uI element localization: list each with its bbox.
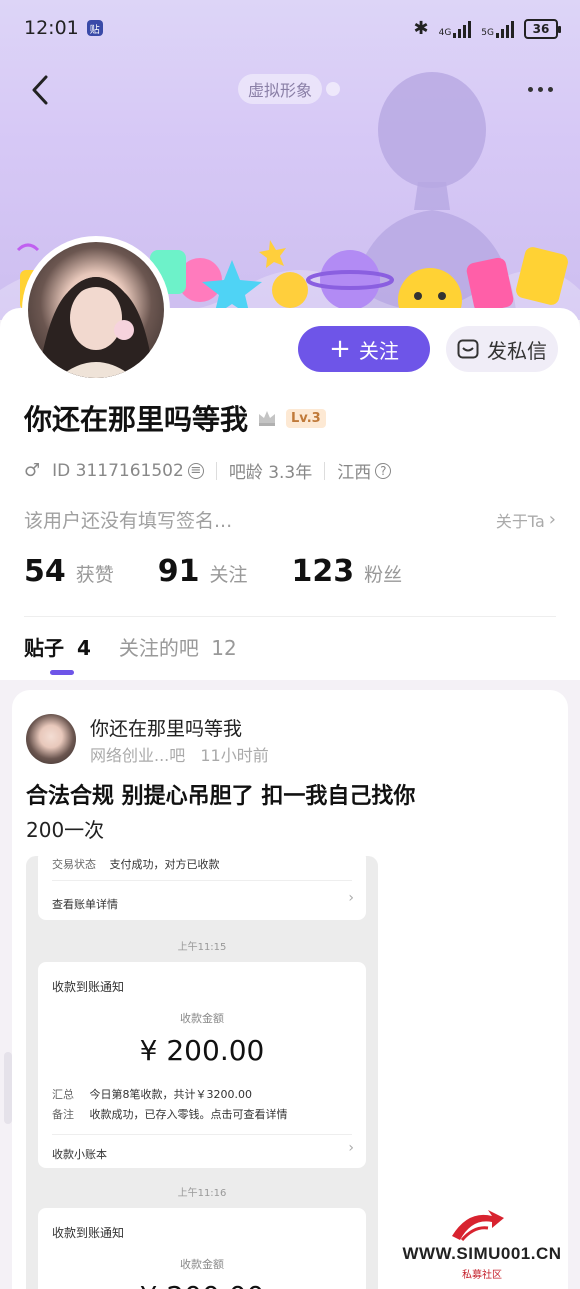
avatar[interactable] [22, 236, 170, 384]
virtual-avatar-tag[interactable]: 虚拟形象 [238, 74, 323, 104]
region: 江西 ? [337, 458, 392, 483]
signature-row: 该用户还没有填写签名... 关于Ta › [24, 506, 556, 533]
tab-indicator [50, 670, 74, 675]
level-badge: Lv.3 [286, 408, 326, 428]
tab-followed-forums[interactable]: 关注的吧 12 [119, 632, 237, 661]
stats-row: 54 获赞 91 关注 123 粉丝 [24, 554, 446, 589]
more-button[interactable] [518, 74, 562, 104]
forum-age: 吧龄 3.3年 [228, 463, 313, 483]
payment-card: 收款到账通知 收款金额 ¥ 200.00 汇总 今日第8笔收款，共计￥3200.… [38, 962, 366, 1168]
stat-following[interactable]: 91 关注 [158, 554, 248, 589]
scroll-handle[interactable] [4, 1052, 12, 1124]
virtual-dot [326, 82, 340, 96]
app-badge-icon: 贴 [86, 20, 103, 36]
back-button[interactable] [22, 70, 58, 110]
profile-tabs: 贴子 4 关注的吧 12 [24, 632, 237, 661]
male-icon: ♂ [24, 460, 41, 481]
question-icon[interactable]: ? [375, 462, 392, 479]
username-text: 你还在那里吗等我 [24, 403, 249, 436]
payment-card-2: 收款到账通知 收款金额 ¥ 200.00 [38, 1208, 366, 1289]
signal-4g-icon: 4G [439, 20, 472, 38]
follow-button[interactable]: + 关注 [298, 326, 430, 372]
chevron-right-icon: › [348, 1140, 354, 1156]
stat-likes[interactable]: 54 获赞 [24, 554, 114, 589]
divider [24, 616, 556, 617]
avatar-image [28, 242, 164, 378]
avatar-portrait [38, 277, 154, 378]
post-time: 11小时前 [200, 746, 269, 765]
bluetooth-icon: ✱ [413, 18, 429, 39]
signature: 该用户还没有填写签名... [24, 510, 233, 532]
message-icon [457, 339, 479, 359]
post-meta: 网络创业...吧 11小时前 [90, 742, 269, 766]
tab-posts[interactable]: 贴子 4 [24, 632, 91, 661]
plus-icon: + [329, 334, 351, 364]
crown-icon [259, 411, 276, 426]
chevron-right-icon: › [348, 890, 354, 906]
post-image[interactable]: 交易状态 支付成功，对方已收款 查看账单详情 › 上午11:15 收款到账通知 … [26, 856, 378, 1289]
chevron-right-icon: › [548, 509, 556, 530]
watermark-logo-icon [452, 1210, 504, 1241]
post-forum[interactable]: 网络创业...吧 [90, 746, 185, 765]
status-time: 12:01 [24, 17, 79, 39]
chevron-left-icon [32, 75, 48, 105]
post-avatar[interactable] [26, 714, 76, 764]
post-card[interactable]: 你还在那里吗等我 网络创业...吧 11小时前 合法合规 别提心吊胆了 扣一我自… [12, 690, 568, 1289]
post-author[interactable]: 你还在那里吗等我 [90, 714, 242, 741]
post-body: 200一次 [26, 818, 105, 842]
page-title: 你还在那里吗等我 Lv.3 [24, 398, 326, 438]
post-title: 合法合规 别提心吊胆了 扣一我自己找你 [26, 784, 416, 809]
stat-followers[interactable]: 123 粉丝 [292, 554, 403, 589]
signal-5g-icon: 5G [481, 20, 514, 38]
send-message-button[interactable]: 发私信 [446, 326, 558, 372]
watermark: WWW.SIMU001.CN 私募社区 [392, 1206, 572, 1286]
send-message-label: 发私信 [487, 338, 547, 363]
profile-meta: ♂ ID 3117161502 ≡ 吧龄 3.3年 江西 ? [24, 458, 392, 483]
user-id: ID 3117161502 ≡ [52, 461, 204, 481]
about-link[interactable]: 关于Ta › [496, 508, 556, 532]
follow-label: 关注 [358, 338, 399, 363]
payment-card-top: 交易状态 支付成功，对方已收款 查看账单详情 › [38, 856, 366, 920]
copy-icon[interactable]: ≡ [187, 462, 204, 479]
status-indicators: ✱ 4G 5G 36 [413, 18, 561, 39]
battery-icon: 36 [524, 18, 561, 39]
